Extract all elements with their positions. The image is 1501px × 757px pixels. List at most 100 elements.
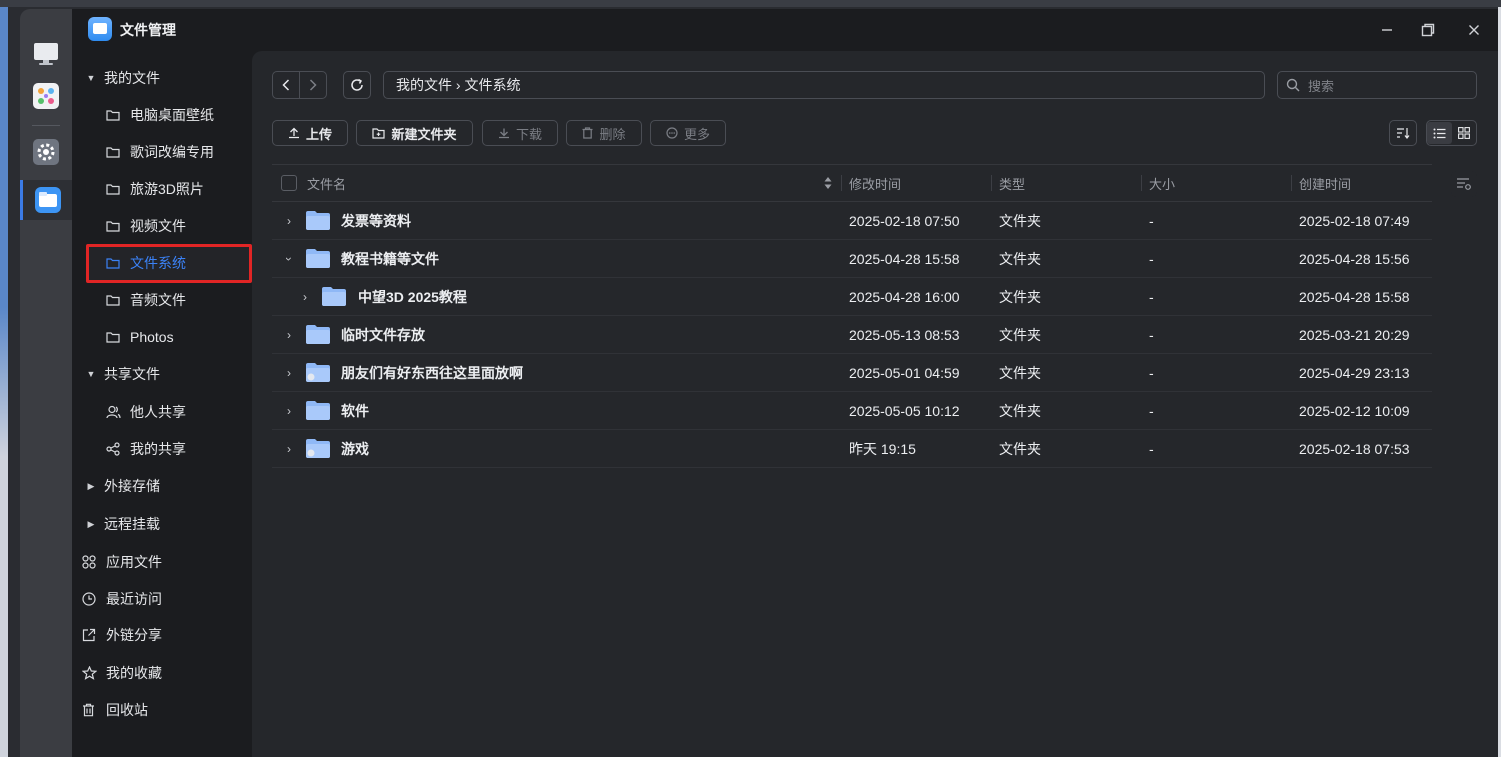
caret-down-icon: ▼ xyxy=(86,369,96,379)
clock-icon xyxy=(82,591,106,607)
file-type: 文件夹 xyxy=(999,364,1041,381)
upload-button[interactable]: 上传 xyxy=(272,120,348,146)
sidebar-group-remote-mount[interactable]: ▶ 远程挂载 xyxy=(82,509,160,539)
dock-settings-icon[interactable] xyxy=(20,132,72,172)
sidebar-label: 远程挂载 xyxy=(104,516,160,532)
column-type-header[interactable]: 类型 xyxy=(990,165,1025,201)
shared-folder-icon xyxy=(306,439,330,458)
dock-desktop-icon[interactable] xyxy=(20,34,72,74)
file-name[interactable]: 朋友们有好东西往这里面放啊 xyxy=(341,354,523,391)
column-modified-header[interactable]: 修改时间 xyxy=(840,165,901,201)
sidebar-item-favorites[interactable]: 我的收藏 xyxy=(82,658,162,688)
folder-outline-icon xyxy=(106,144,130,160)
table-row[interactable]: › 中望3D 2025教程 2025-04-28 16:00 文件夹 - 202… xyxy=(272,278,1432,316)
file-name[interactable]: 游戏 xyxy=(341,430,369,467)
maximize-button[interactable] xyxy=(1417,19,1439,41)
modified-time: 2025-04-28 15:58 xyxy=(849,250,960,267)
created-time: 2025-02-18 07:49 xyxy=(1299,212,1410,229)
sidebar-label: 我的文件 xyxy=(104,70,160,86)
expand-arrow-icon[interactable]: › xyxy=(280,366,298,380)
sidebar-item-my-shares[interactable]: 我的共享 xyxy=(106,434,186,464)
sort-toggle-icon[interactable] xyxy=(824,165,832,201)
grid-view-icon[interactable] xyxy=(1452,122,1476,144)
table-row[interactable]: › 游戏 昨天 19:15 文件夹 - 2025-02-18 07:53 xyxy=(272,430,1432,468)
close-button[interactable] xyxy=(1463,19,1485,41)
expand-arrow-icon[interactable]: › xyxy=(280,214,298,228)
folder-icon xyxy=(306,325,330,344)
table-header: 文件名 修改时间 类型 大小 创建时间 xyxy=(272,164,1432,202)
sidebar-item-folder-filesystem[interactable]: 文件系统 xyxy=(106,248,186,278)
column-created-header[interactable]: 创建时间 xyxy=(1290,165,1351,201)
expand-arrow-icon[interactable]: › xyxy=(280,328,298,342)
sidebar-label: 文件系统 xyxy=(130,255,186,271)
column-settings-button[interactable] xyxy=(1451,171,1477,197)
sort-icon xyxy=(1397,128,1410,139)
new-folder-button[interactable]: 新建文件夹 xyxy=(356,120,473,146)
modified-time: 2025-04-28 16:00 xyxy=(849,288,960,305)
sidebar-item-folder-lyrics[interactable]: 歌词改编专用 xyxy=(106,137,214,167)
sidebar-item-shared-with-me[interactable]: 他人共享 xyxy=(106,397,186,427)
button-label: 更多 xyxy=(683,126,710,142)
sidebar-label: 外链分享 xyxy=(106,627,162,643)
sidebar-group-shared[interactable]: ▼ 共享文件 xyxy=(82,359,160,389)
caret-down-icon: ▼ xyxy=(86,73,96,83)
sidebar-item-app-files[interactable]: 应用文件 xyxy=(82,547,162,577)
table-row[interactable]: › 软件 2025-05-05 10:12 文件夹 - 2025-02-12 1… xyxy=(272,392,1432,430)
refresh-button[interactable] xyxy=(343,71,371,99)
minimize-button[interactable] xyxy=(1376,19,1398,41)
sidebar-item-folder-video[interactable]: 视频文件 xyxy=(106,211,186,241)
file-name[interactable]: 教程书籍等文件 xyxy=(341,240,439,277)
sidebar-item-recent[interactable]: 最近访问 xyxy=(82,584,162,614)
delete-button[interactable]: 删除 xyxy=(566,120,642,146)
sidebar-label: 回收站 xyxy=(106,702,148,718)
collapse-arrow-icon[interactable]: › xyxy=(282,250,296,268)
more-button[interactable]: 更多 xyxy=(650,120,726,146)
sidebar-group-my-files[interactable]: ▼ 我的文件 xyxy=(82,63,160,93)
expand-arrow-icon[interactable]: › xyxy=(280,404,298,418)
file-size: - xyxy=(1149,440,1154,457)
table-row[interactable]: › 朋友们有好东西往这里面放啊 2025-05-01 04:59 文件夹 - 2… xyxy=(272,354,1432,392)
table-row[interactable]: › 教程书籍等文件 2025-04-28 15:58 文件夹 - 2025-04… xyxy=(272,240,1432,278)
more-icon xyxy=(666,127,678,139)
expand-arrow-icon[interactable]: › xyxy=(280,442,298,456)
created-time: 2025-02-18 07:53 xyxy=(1299,440,1410,457)
sidebar-label: 我的共享 xyxy=(130,441,186,457)
star-icon xyxy=(82,665,106,681)
breadcrumb[interactable]: 我的文件 › 文件系统 xyxy=(383,71,1265,99)
column-name-header[interactable]: 文件名 xyxy=(307,165,346,201)
sort-button[interactable] xyxy=(1389,120,1417,146)
sidebar-item-trash[interactable]: 回收站 xyxy=(82,695,148,725)
modified-time: 2025-05-05 10:12 xyxy=(849,402,960,419)
file-name[interactable]: 发票等资料 xyxy=(341,202,411,239)
sidebar-label: Photos xyxy=(130,329,174,345)
expand-arrow-icon[interactable]: › xyxy=(296,290,314,304)
sidebar-item-folder-travel[interactable]: 旅游3D照片 xyxy=(106,174,204,204)
sidebar-item-external-links[interactable]: 外链分享 xyxy=(82,620,162,650)
dock-apps-icon[interactable] xyxy=(20,76,72,116)
file-name[interactable]: 临时文件存放 xyxy=(341,316,425,353)
download-icon xyxy=(498,127,510,139)
table-row[interactable]: › 临时文件存放 2025-05-13 08:53 文件夹 - 2025-03-… xyxy=(272,316,1432,354)
sidebar-item-folder-photos[interactable]: Photos xyxy=(106,322,174,352)
column-settings-icon xyxy=(1457,178,1471,190)
file-type: 文件夹 xyxy=(999,250,1041,267)
sidebar-group-external-storage[interactable]: ▶ 外接存储 xyxy=(82,471,160,501)
apps-grid-icon xyxy=(82,554,106,570)
search-input[interactable]: 搜索 xyxy=(1277,71,1477,99)
column-size-header[interactable]: 大小 xyxy=(1140,165,1175,201)
title-bar: 文件管理 xyxy=(72,9,1498,51)
forward-button[interactable] xyxy=(299,71,327,99)
download-button[interactable]: 下载 xyxy=(482,120,558,146)
back-button[interactable] xyxy=(272,71,300,99)
table-row[interactable]: › 发票等资料 2025-02-18 07:50 文件夹 - 2025-02-1… xyxy=(272,202,1432,240)
sidebar-item-folder-audio[interactable]: 音频文件 xyxy=(106,285,186,315)
file-size: - xyxy=(1149,402,1154,419)
select-all-checkbox[interactable] xyxy=(281,165,297,201)
desktop-left-edge xyxy=(0,7,8,757)
file-name[interactable]: 软件 xyxy=(341,392,369,429)
list-view-icon[interactable] xyxy=(1427,122,1452,144)
dock-file-manager-icon[interactable] xyxy=(20,180,72,220)
folder-outline-icon xyxy=(106,292,130,308)
file-name[interactable]: 中望3D 2025教程 xyxy=(358,278,467,315)
sidebar-item-folder-wallpaper[interactable]: 电脑桌面壁纸 xyxy=(106,100,214,130)
